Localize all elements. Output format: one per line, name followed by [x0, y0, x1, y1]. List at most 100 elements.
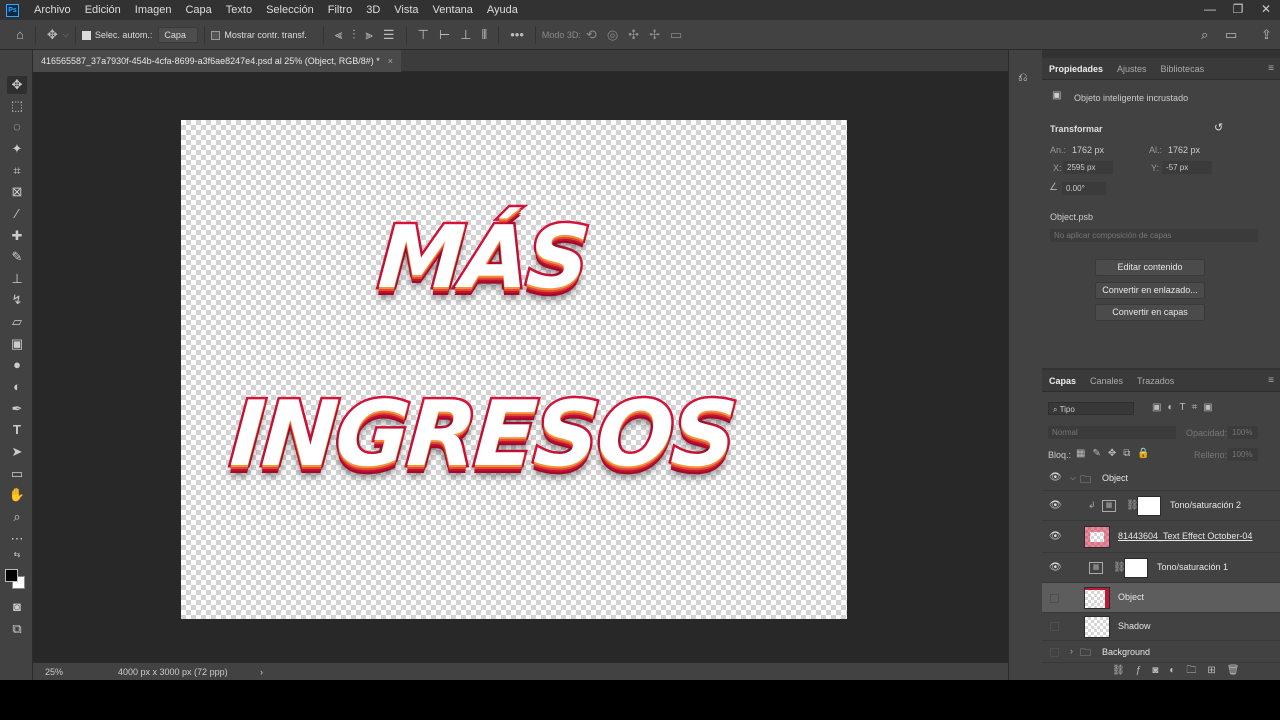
- fill-field[interactable]: 100%: [1228, 448, 1258, 461]
- lasso-tool-icon[interactable]: ◌: [7, 118, 27, 136]
- lock-icons[interactable]: ▦✎✥⧉🔒: [1076, 448, 1157, 459]
- layer-row-text-effect[interactable]: 👁 81443604_Text Effect October-04: [1042, 521, 1280, 553]
- layer-comp-dropdown[interactable]: No aplicar composición de capas: [1050, 229, 1258, 242]
- marquee-tool-icon[interactable]: ⬚: [7, 97, 27, 115]
- layer-row-shadow[interactable]: Shadow: [1042, 613, 1280, 641]
- visibility-eye-icon[interactable]: 👁: [1049, 472, 1062, 483]
- layer-mask-thumbnail[interactable]: [1137, 496, 1161, 516]
- blend-mode-dropdown[interactable]: Normal: [1048, 426, 1176, 439]
- convert-to-linked-button[interactable]: Convertir en enlazado...: [1095, 282, 1205, 299]
- canvas-area[interactable]: MÁS INGRESOS: [33, 72, 1008, 662]
- opacity-field[interactable]: 100%: [1228, 426, 1258, 439]
- filter-icons[interactable]: ▣◐T⌗▣: [1152, 402, 1219, 413]
- menu-imagen[interactable]: Imagen: [128, 0, 179, 20]
- distribute-vertical-icon[interactable]: ⦀: [481, 20, 487, 50]
- pan-3d-icon[interactable]: ✣: [628, 20, 639, 50]
- layer-thumbnail[interactable]: [1084, 616, 1110, 638]
- menu-3d[interactable]: 3D: [359, 0, 387, 20]
- menu-vista[interactable]: Vista: [387, 0, 425, 20]
- scale-3d-icon[interactable]: ▭: [670, 20, 682, 50]
- search-icon[interactable]: ⌕: [1201, 20, 1208, 50]
- tab-canales[interactable]: Canales: [1083, 370, 1130, 392]
- chevron-down-icon[interactable]: ⌵: [1070, 473, 1076, 483]
- hand-tool-icon[interactable]: ✋: [7, 486, 27, 504]
- menu-filtro[interactable]: Filtro: [321, 0, 359, 20]
- screen-mode-icon[interactable]: ⧉: [7, 620, 27, 638]
- menu-archivo[interactable]: Archivo: [27, 0, 78, 20]
- blur-tool-icon[interactable]: ●: [7, 356, 27, 374]
- menu-edicion[interactable]: Edición: [78, 0, 128, 20]
- home-icon[interactable]: ⌂: [16, 20, 24, 50]
- close-window-button[interactable]: ✕: [1252, 0, 1280, 20]
- align-right-icon[interactable]: ⫸: [366, 20, 373, 50]
- visibility-eye-icon[interactable]: 👁: [1049, 562, 1062, 573]
- restore-button[interactable]: ❐: [1224, 0, 1252, 20]
- visibility-eye-icon[interactable]: 👁: [1049, 500, 1062, 511]
- height-value[interactable]: 1762 px: [1168, 145, 1200, 155]
- chevron-right-icon[interactable]: ›: [1070, 646, 1073, 656]
- edit-contents-button[interactable]: Editar contenido: [1095, 259, 1205, 276]
- tab-trazados[interactable]: Trazados: [1130, 370, 1181, 392]
- layer-mask-thumbnail[interactable]: [1124, 558, 1148, 578]
- layers-menu-icon[interactable]: ≡: [1268, 375, 1274, 386]
- align-left-icon[interactable]: ⫷: [335, 20, 342, 50]
- eraser-tool-icon[interactable]: ▱: [7, 313, 27, 331]
- layer-row-object-smart[interactable]: Object: [1042, 583, 1280, 613]
- gradient-tool-icon[interactable]: ▣: [7, 335, 27, 353]
- share-icon[interactable]: ⇪: [1261, 20, 1272, 50]
- chevron-down-icon[interactable]: ⌵: [63, 20, 69, 50]
- visibility-off-box[interactable]: [1050, 648, 1059, 657]
- slide-3d-icon[interactable]: ✢: [649, 20, 660, 50]
- menu-texto[interactable]: Texto: [219, 0, 259, 20]
- auto-select-checkbox[interactable]: [81, 31, 91, 40]
- align-middle-icon[interactable]: ⊢: [439, 20, 450, 50]
- roll-3d-icon[interactable]: ◎: [607, 20, 618, 50]
- edit-toolbar-icon[interactable]: ⋯: [7, 530, 27, 548]
- type-tool-icon[interactable]: T: [7, 421, 27, 439]
- menu-ventana[interactable]: Ventana: [426, 0, 480, 20]
- workspace-icon[interactable]: ▭: [1225, 20, 1237, 50]
- minimize-button[interactable]: —: [1196, 0, 1224, 20]
- layer-thumbnail[interactable]: [1084, 587, 1110, 609]
- visibility-off-box[interactable]: [1050, 622, 1059, 631]
- align-center-icon[interactable]: ⫶: [352, 20, 355, 50]
- layer-row-hue-sat-2[interactable]: 👁 ↲ ▦ ⛓ Tono/saturación 2: [1042, 491, 1280, 521]
- align-bottom-icon[interactable]: ⊥: [460, 20, 471, 50]
- move-tool-icon[interactable]: ✥: [47, 20, 58, 50]
- layer-row-hue-sat-1[interactable]: 👁 ▦ ⛓ Tono/saturación 1: [1042, 553, 1280, 583]
- zoom-tool-icon[interactable]: ⌕: [7, 508, 27, 526]
- frame-tool-icon[interactable]: ⊠: [7, 183, 27, 201]
- swap-colors-icon[interactable]: ⇆: [7, 550, 27, 560]
- zoom-level[interactable]: 25%: [45, 663, 63, 681]
- layer-row-object-group[interactable]: 👁 ⌵ 🗀 Object: [1042, 467, 1280, 491]
- path-select-tool-icon[interactable]: ➤: [7, 443, 27, 461]
- layers-footer-icons[interactable]: ⛓ƒ◙◐🗀⊞🗑: [1112, 663, 1280, 680]
- auto-select-dropdown[interactable]: Capa: [158, 26, 199, 43]
- tab-bibliotecas[interactable]: Bibliotecas: [1154, 58, 1212, 80]
- width-value[interactable]: 1762 px: [1072, 145, 1104, 155]
- stamp-tool-icon[interactable]: ⊥: [7, 270, 27, 288]
- status-menu-arrow[interactable]: ›: [260, 663, 263, 681]
- y-position-field[interactable]: -57 px: [1162, 161, 1212, 174]
- healing-brush-tool-icon[interactable]: ✚: [7, 227, 27, 245]
- menu-seleccion[interactable]: Selección: [259, 0, 321, 20]
- menu-capa[interactable]: Capa: [178, 0, 218, 20]
- history-brush-tool-icon[interactable]: ↯: [7, 291, 27, 309]
- dodge-tool-icon[interactable]: ◐: [7, 378, 27, 396]
- reset-transform-icon[interactable]: ↺: [1214, 121, 1223, 134]
- foreground-color-swatch[interactable]: [5, 569, 18, 582]
- filter-type-dropdown[interactable]: ⌕ Tipo: [1048, 402, 1134, 415]
- visibility-eye-icon[interactable]: 👁: [1049, 531, 1062, 542]
- distribute-icon[interactable]: ☰: [383, 20, 395, 50]
- convert-to-layers-button[interactable]: Convertir en capas: [1095, 304, 1205, 321]
- orbit-3d-icon[interactable]: ⟲: [586, 20, 597, 50]
- close-tab-icon[interactable]: ×: [388, 50, 393, 72]
- x-position-field[interactable]: 2595 px: [1063, 161, 1113, 174]
- tab-propiedades[interactable]: Propiedades: [1042, 58, 1110, 80]
- show-transform-checkbox[interactable]: [211, 31, 221, 40]
- pen-tool-icon[interactable]: ✒: [7, 400, 27, 418]
- tab-capas[interactable]: Capas: [1042, 370, 1083, 392]
- canvas[interactable]: MÁS INGRESOS: [181, 120, 847, 619]
- tab-ajustes[interactable]: Ajustes: [1110, 58, 1154, 80]
- eyedropper-tool-icon[interactable]: ⁄: [7, 205, 27, 223]
